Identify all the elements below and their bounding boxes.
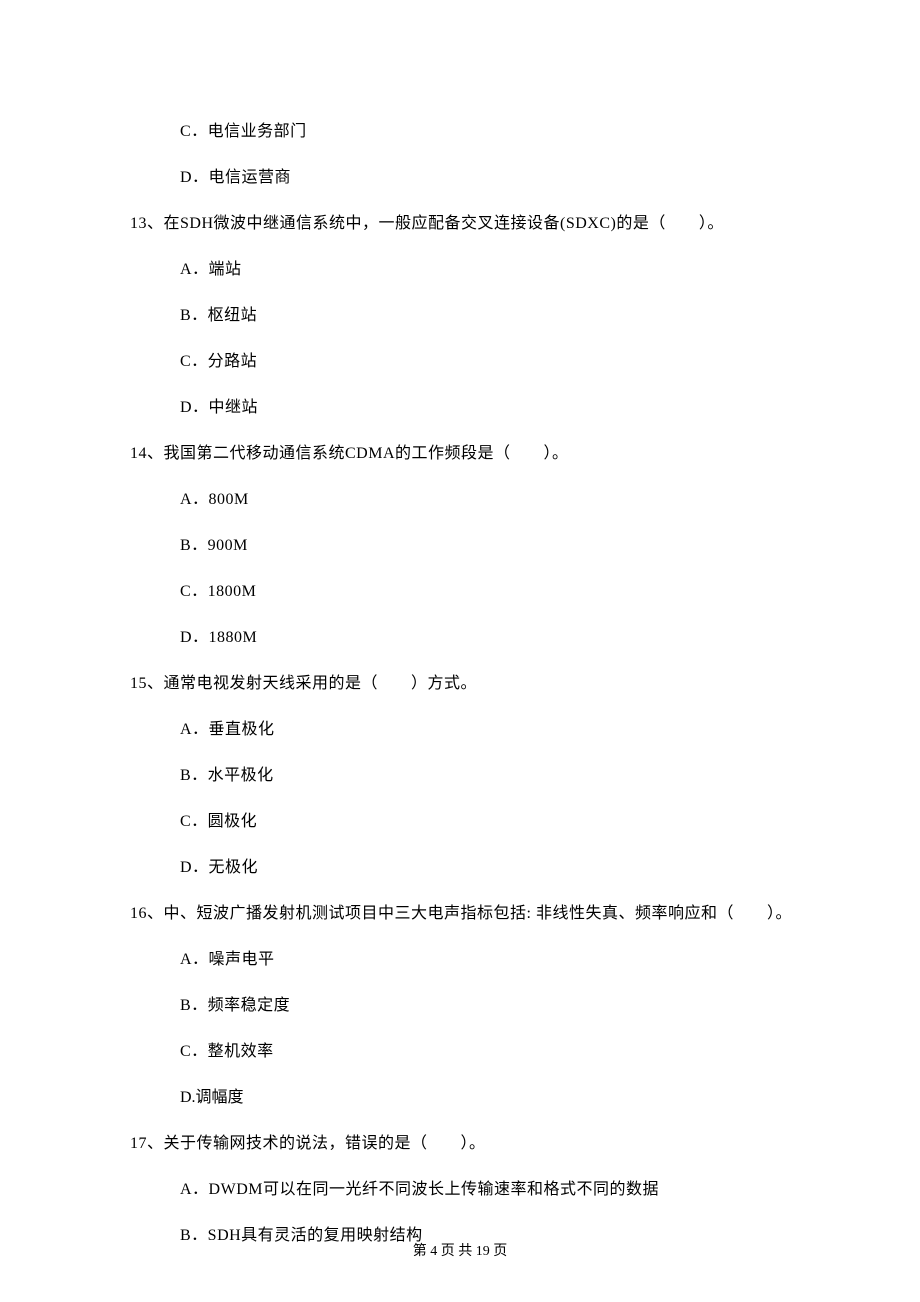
question-17: 17、关于传输网技术的说法，错误的是（ ）。 [130,1132,820,1156]
option-c-orphan: C．电信业务部门 [180,120,820,144]
option-16-b: B．频率稳定度 [180,994,820,1018]
document-content: C．电信业务部门 D．电信运营商 13、在SDH微波中继通信系统中，一般应配备交… [100,120,820,1248]
option-14-a: A．800M [180,488,820,512]
option-15-d: D．无极化 [180,856,820,880]
question-16: 16、中、短波广播发射机测试项目中三大电声指标包括: 非线性失真、频率响应和（ … [130,902,820,926]
question-15: 15、通常电视发射天线采用的是（ ）方式。 [130,672,820,696]
option-16-c: C．整机效率 [180,1040,820,1064]
option-15-c: C．圆极化 [180,810,820,834]
option-13-d: D．中继站 [180,396,820,420]
question-13: 13、在SDH微波中继通信系统中，一般应配备交叉连接设备(SDXC)的是（ ）。 [130,212,820,236]
option-13-c: C．分路站 [180,350,820,374]
option-13-a: A．端站 [180,258,820,282]
option-13-b: B．枢纽站 [180,304,820,328]
option-16-a: A．噪声电平 [180,948,820,972]
option-15-b: B．水平极化 [180,764,820,788]
option-d-orphan: D．电信运营商 [180,166,820,190]
option-15-a: A．垂直极化 [180,718,820,742]
question-14: 14、我国第二代移动通信系统CDMA的工作频段是（ ）。 [130,442,820,466]
page-footer: 第 4 页 共 19 页 [0,1240,920,1260]
option-14-c: C．1800M [180,580,820,604]
option-16-d: D.调幅度 [180,1086,820,1110]
option-14-b: B．900M [180,534,820,558]
option-17-a: A．DWDM可以在同一光纤不同波长上传输速率和格式不同的数据 [180,1178,820,1202]
option-14-d: D．1880M [180,626,820,650]
